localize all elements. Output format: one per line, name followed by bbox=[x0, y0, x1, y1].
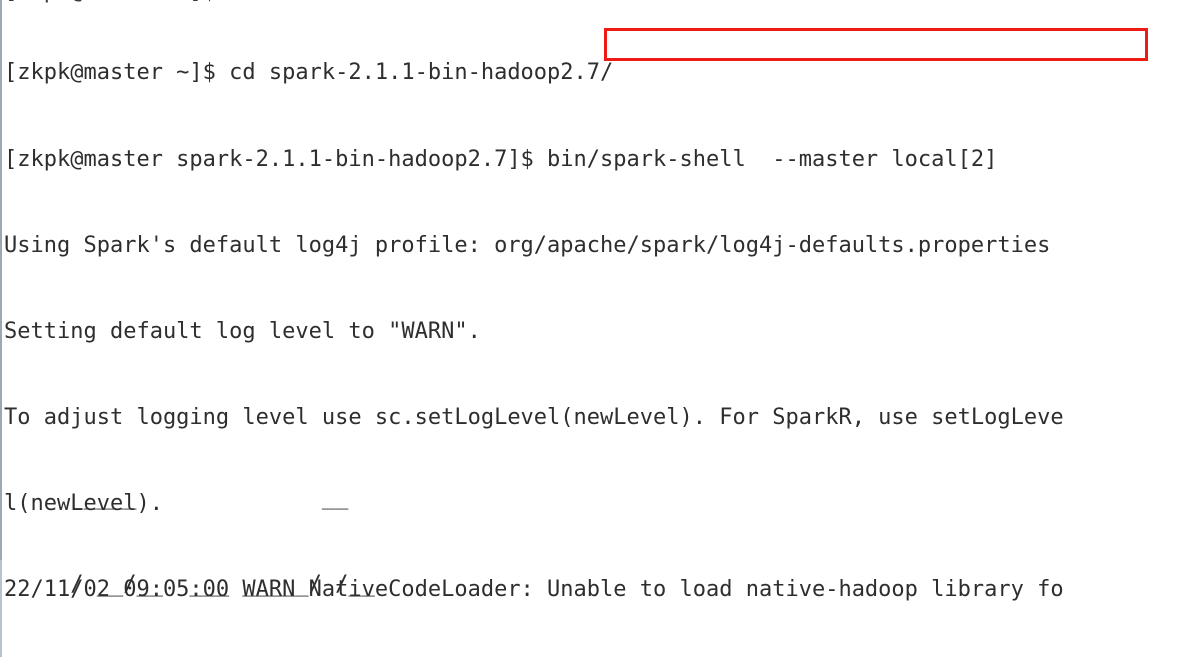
console-line-log4j-profile: Using Spark's default log4j profile: org… bbox=[4, 232, 1051, 258]
spark-logo-line-2: / __/__ ___ _____/ /__ bbox=[4, 571, 375, 597]
console-output-tail: Using Scala version 2.11.8 (Java HotSpot… bbox=[4, 600, 1037, 657]
terminal-window[interactable]: [zkpk@master ~]$ [zkpk@master ~]$ cd spa… bbox=[0, 0, 1204, 657]
console-line-spark-shell-cmd: [zkpk@master spark-2.1.1-bin-hadoop2.7]$… bbox=[4, 146, 998, 172]
console-line-cd-command: [zkpk@master ~]$ cd spark-2.1.1-bin-hado… bbox=[4, 60, 614, 86]
left-edge-rule bbox=[0, 0, 2, 657]
spark-logo-line-1: ____ __ bbox=[4, 485, 349, 511]
console-line-log-level: Setting default log level to "WARN". bbox=[4, 318, 481, 344]
left-edge-rule-lower bbox=[0, 560, 2, 657]
